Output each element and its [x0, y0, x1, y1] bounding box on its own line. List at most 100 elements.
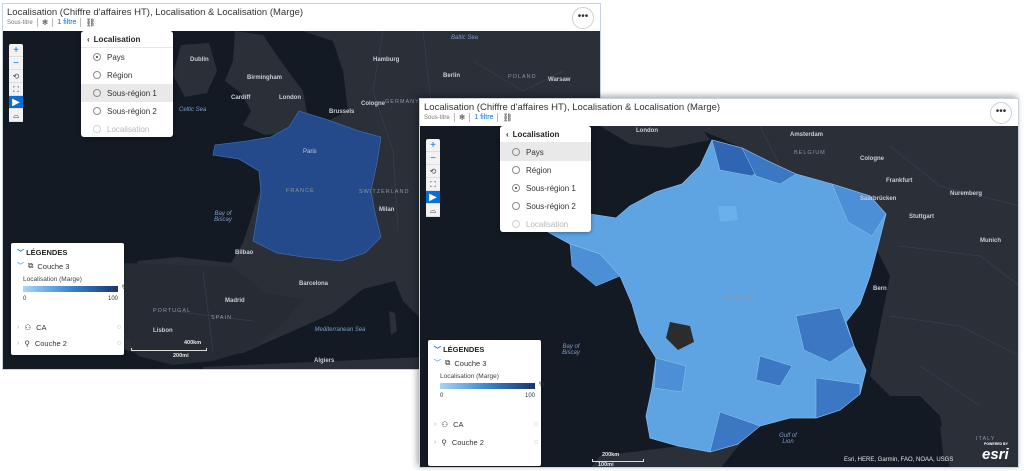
lasso-select-icon[interactable]: ⌓ — [426, 204, 440, 217]
menu-item-pays[interactable]: Pays — [500, 143, 591, 161]
hierarchy-icon[interactable]: ⛓ — [502, 113, 512, 122]
select-pointer-icon[interactable]: ▶ — [9, 96, 23, 109]
widget-subtitle: Sous-titre — [7, 19, 33, 26]
back-chevron-icon[interactable]: ‹ — [506, 130, 509, 139]
radio-disabled-icon — [93, 125, 101, 133]
filter-link[interactable]: 1 filtre — [57, 19, 76, 26]
filter-settings-icon[interactable]: ❄ — [459, 113, 466, 122]
map-label: Bilbao — [235, 250, 254, 256]
menu-header[interactable]: ‹ Localisation — [500, 126, 591, 143]
lasso-select-icon[interactable]: ⌓ — [9, 109, 23, 122]
legend-row-couche-2[interactable]: › ⚲ Couche 2 ◌ — [17, 339, 121, 348]
filter-settings-icon[interactable]: ❄ — [42, 18, 49, 27]
legend-row-ca[interactable]: › ⚇ CA ◌ — [17, 323, 121, 332]
legend-max: 100 — [108, 296, 119, 302]
legend-title[interactable]: ﹀ LÉGENDES — [434, 345, 484, 355]
fullscreen-icon[interactable]: ⛶ — [9, 83, 23, 96]
radio-icon — [93, 89, 101, 97]
map-label: Barcelona — [299, 281, 329, 287]
hide-layer-icon[interactable]: ◌ — [534, 439, 538, 446]
more-options-button[interactable]: ••• — [990, 102, 1012, 124]
scale-mi-label: 200mi — [173, 353, 189, 359]
map-label: Warsaw — [548, 77, 571, 83]
menu-item-localisation: Localisation — [81, 120, 173, 138]
scale-mi-label: 100mi — [598, 462, 614, 467]
widget-title: Localisation (Chiffre d'affaires HT), Lo… — [7, 7, 304, 18]
menu-item-region[interactable]: Région — [500, 161, 591, 179]
scale-km-label: 400km — [184, 340, 202, 346]
map-label: FRANCE — [726, 296, 755, 302]
chevron-right-icon[interactable]: › — [434, 439, 436, 446]
zoom-in-button[interactable]: + — [426, 139, 440, 152]
legend-max: 100 — [525, 393, 536, 399]
map-label: SPAIN — [211, 315, 233, 321]
map-label: Bern — [873, 286, 887, 292]
zoom-in-button[interactable]: + — [9, 44, 23, 57]
map-label: Hamburg — [373, 57, 400, 63]
legend-panel: ﹀ LÉGENDES ﹀ ⧉ Couche 3 Localisation (Marg… — [428, 340, 544, 466]
hide-layer-icon[interactable]: ◌ — [117, 340, 121, 347]
zoom-out-button[interactable]: − — [9, 57, 23, 70]
menu-title: Localisation — [512, 129, 560, 139]
chevron-down-icon[interactable]: ﹀ — [17, 250, 24, 257]
map-label: Madrid — [225, 298, 245, 304]
map-label: SWITZERLAND — [359, 189, 410, 195]
chevron-right-icon[interactable]: › — [17, 340, 19, 347]
menu-item-sous-region-2[interactable]: Sous-région 2 — [81, 102, 173, 120]
legend-layer-header[interactable]: ﹀ ⧉ Couche 3 — [434, 358, 486, 368]
legend-row-ca[interactable]: › ⚇ CA ◌ — [434, 420, 538, 429]
radio-icon — [512, 166, 520, 174]
chevron-right-icon[interactable]: › — [17, 324, 19, 331]
reset-view-icon[interactable]: ⟲ — [9, 70, 23, 83]
menu-header[interactable]: ‹ Localisation — [81, 31, 173, 48]
reset-view-icon[interactable]: ⟲ — [426, 165, 440, 178]
radio-icon — [93, 71, 101, 79]
menu-item-sous-region-2[interactable]: Sous-région 2 — [500, 197, 591, 215]
map-label: Celtic Sea — [179, 107, 207, 113]
divider — [52, 18, 54, 27]
paris-area — [718, 206, 738, 222]
map-label: Bay of Biscay — [214, 211, 232, 223]
localisation-drilldown-menu: ‹ Localisation Pays Région Sous-région 1… — [500, 126, 591, 232]
bubble-layer-icon: ⚇ — [441, 420, 449, 429]
legend-layer-header[interactable]: ﹀ ⧉ Couche 3 — [17, 261, 69, 271]
chevron-down-icon[interactable]: ﹀ — [434, 347, 441, 354]
menu-item-region[interactable]: Région — [81, 66, 173, 84]
back-chevron-icon[interactable]: ‹ — [87, 35, 90, 44]
divider — [469, 113, 471, 122]
menu-item-label: Sous-région 2 — [107, 106, 157, 116]
hide-layer-icon[interactable]: ◌ — [117, 324, 121, 331]
chevron-down-icon[interactable]: ﹀ — [17, 261, 24, 271]
land-ireland — [173, 43, 217, 97]
menu-item-label: Localisation — [107, 124, 150, 134]
chevron-right-icon[interactable]: › — [434, 421, 436, 428]
map-canvas[interactable]: London Amsterdam BELGIUM Cologne Frankfu… — [420, 126, 1018, 467]
map-label: London — [279, 95, 301, 101]
legend-row-couche-2[interactable]: › ⚲ Couche 2 ◌ — [434, 438, 538, 447]
menu-item-pays[interactable]: Pays — [81, 48, 173, 66]
fullscreen-icon[interactable]: ⛶ — [426, 178, 440, 191]
hierarchy-icon[interactable]: ⛓ — [85, 18, 95, 27]
chevron-down-icon[interactable]: ﹀ — [434, 358, 441, 368]
menu-item-sous-region-1[interactable]: Sous-région 1 — [81, 84, 173, 102]
map-label: Algiers — [314, 358, 335, 364]
select-pointer-icon[interactable]: ▶ — [426, 191, 440, 204]
zoom-out-button[interactable]: − — [426, 152, 440, 165]
filter-link[interactable]: 1 filtre — [474, 114, 493, 121]
radio-selected-icon — [512, 184, 520, 192]
legend-title[interactable]: ﹀ LÉGENDES — [17, 248, 67, 258]
bubble-layer-icon: ⚇ — [24, 323, 32, 332]
map-label: Bay of Biscay — [562, 344, 580, 356]
map-label: Mediterranean Sea — [314, 327, 366, 333]
menu-item-sous-region-1[interactable]: Sous-région 1 — [500, 179, 591, 197]
more-options-button[interactable]: ••• — [572, 7, 594, 29]
hide-layer-icon[interactable]: ◌ — [534, 421, 538, 428]
menu-item-label: Pays — [526, 147, 544, 157]
map-label: Birmingham — [247, 75, 283, 81]
legend-gradient-bar — [23, 286, 118, 292]
map-label: Frankfurt — [886, 178, 913, 184]
map-label: Saarbrücken — [860, 196, 897, 202]
map-widget-subregion: Localisation (Chiffre d'affaires HT), Lo… — [419, 98, 1019, 468]
widget-subtitle-bar: Sous-titre ❄ 1 filtre ⛓ — [7, 18, 96, 27]
menu-title: Localisation — [93, 34, 141, 44]
